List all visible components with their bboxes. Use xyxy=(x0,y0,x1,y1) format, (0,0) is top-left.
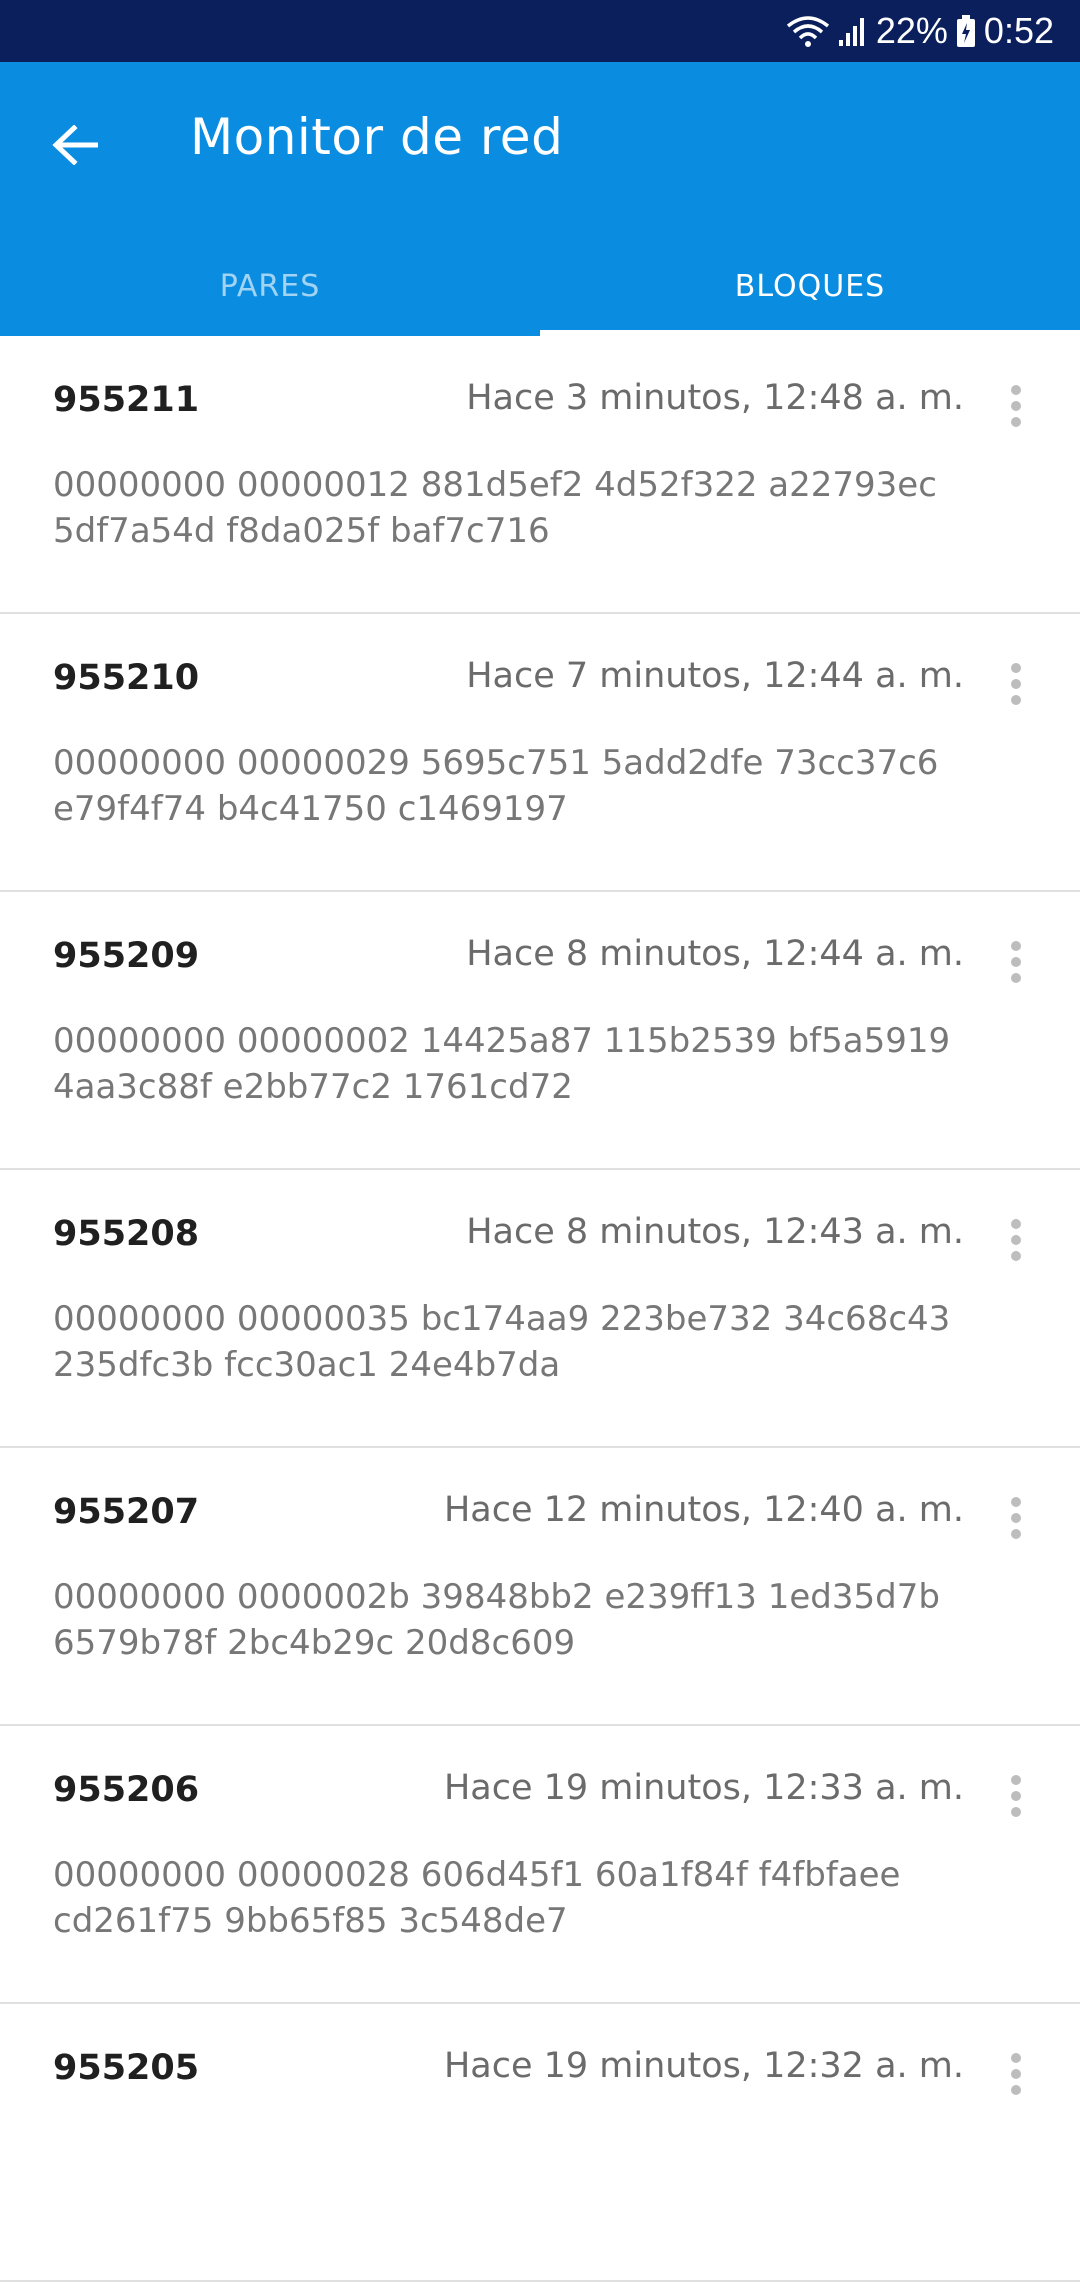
more-vert-icon xyxy=(1010,1774,1022,1822)
more-vert-icon xyxy=(1010,662,1022,710)
block-number: 955209 xyxy=(53,936,200,976)
more-vert-icon xyxy=(1010,384,1022,432)
more-vert-icon xyxy=(1010,1218,1022,1266)
wifi-icon xyxy=(786,14,830,48)
block-number: 955211 xyxy=(53,380,200,420)
list-item[interactable]: 955209 Hace 8 minutos, 12:44 a. m. 00000… xyxy=(0,892,1080,1170)
list-item[interactable]: 955208 Hace 8 minutos, 12:43 a. m. 00000… xyxy=(0,1170,1080,1448)
list-item[interactable]: 955210 Hace 7 minutos, 12:44 a. m. 00000… xyxy=(0,614,1080,892)
signal-icon xyxy=(838,14,868,48)
block-hash: 00000000 00000029 5695c751 5add2dfe 73cc… xyxy=(53,743,939,829)
block-number: 955210 xyxy=(53,658,200,698)
blocks-list: 955211 Hace 3 minutos, 12:48 a. m. 00000… xyxy=(0,336,1080,2282)
block-number: 955206 xyxy=(53,1770,200,1810)
clock: 0:52 xyxy=(983,10,1054,51)
status-indicators: 22% 0:52 xyxy=(786,0,1054,62)
block-number: 955208 xyxy=(53,1214,200,1254)
list-item[interactable]: 955206 Hace 19 minutos, 12:33 a. m. 0000… xyxy=(0,1726,1080,2004)
more-vert-icon xyxy=(1010,2052,1022,2100)
status-bar: 22% 0:52 xyxy=(0,0,1080,62)
more-options-button[interactable] xyxy=(988,380,1044,436)
tab-bar: PARES BLOQUES xyxy=(0,236,1080,336)
battery-percent: 22% xyxy=(875,10,948,51)
block-hash: 00000000 00000002 14425a87 115b2539 bf5a… xyxy=(53,1021,951,1107)
block-hash: 00000000 00000035 bc174aa9 223be732 34c6… xyxy=(53,1299,951,1385)
block-hash: 00000000 00000028 606d45f1 60a1f84f f4fb… xyxy=(53,1855,901,1941)
block-time: Hace 8 minutos, 12:43 a. m. xyxy=(466,1212,964,1252)
back-button[interactable] xyxy=(30,102,120,192)
more-options-button[interactable] xyxy=(988,936,1044,992)
block-time: Hace 19 minutos, 12:33 a. m. xyxy=(443,1768,964,1808)
block-time: Hace 12 minutos, 12:40 a. m. xyxy=(443,1490,964,1530)
more-vert-icon xyxy=(1010,1496,1022,1544)
tab-bloques[interactable]: BLOQUES xyxy=(540,236,1080,336)
tab-pares[interactable]: PARES xyxy=(0,236,540,336)
block-number: 955205 xyxy=(53,2048,200,2088)
arrow-left-icon xyxy=(52,124,99,169)
page-title: Monitor de red xyxy=(190,108,564,166)
block-time: Hace 8 minutos, 12:44 a. m. xyxy=(466,934,964,974)
list-item[interactable]: 955207 Hace 12 minutos, 12:40 a. m. 0000… xyxy=(0,1448,1080,1726)
block-hash: 00000000 00000012 881d5ef2 4d52f322 a227… xyxy=(53,465,937,551)
block-time: Hace 3 minutos, 12:48 a. m. xyxy=(466,378,964,418)
block-time: Hace 7 minutos, 12:44 a. m. xyxy=(466,656,964,696)
block-time: Hace 19 minutos, 12:32 a. m. xyxy=(443,2046,964,2086)
block-hash: 00000000 0000002b 39848bb2 e239ff13 1ed3… xyxy=(53,1577,940,1663)
list-item[interactable]: 955211 Hace 3 minutos, 12:48 a. m. 00000… xyxy=(0,336,1080,614)
more-options-button[interactable] xyxy=(988,1492,1044,1548)
more-options-button[interactable] xyxy=(988,2048,1044,2104)
battery-icon xyxy=(956,14,976,48)
list-item[interactable]: 955205 Hace 19 minutos, 12:32 a. m. xyxy=(0,2004,1080,2282)
more-options-button[interactable] xyxy=(988,1214,1044,1270)
more-options-button[interactable] xyxy=(988,1770,1044,1826)
app-bar: Monitor de red PARES BLOQUES xyxy=(0,62,1080,336)
more-options-button[interactable] xyxy=(988,658,1044,714)
more-vert-icon xyxy=(1010,940,1022,988)
block-number: 955207 xyxy=(53,1492,200,1532)
